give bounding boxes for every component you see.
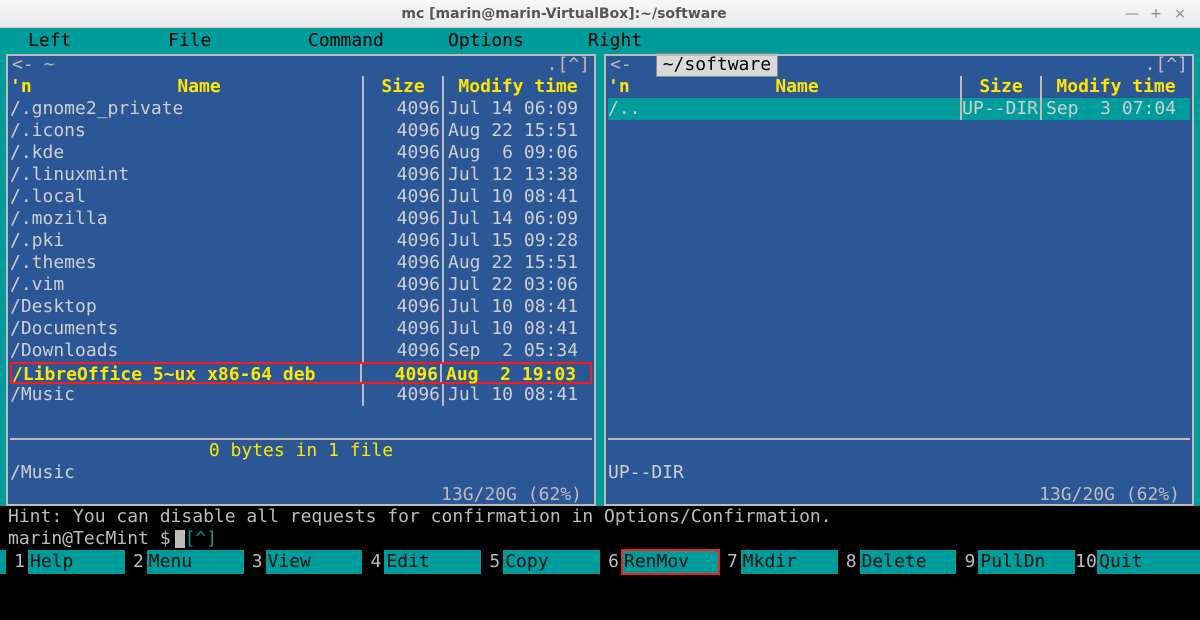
list-item[interactable]: /.pki4096Jul 15 09:28 bbox=[10, 230, 592, 252]
left-mini: /Music bbox=[6, 462, 596, 484]
mc-app: Left File Command Options Right <- ~ .[^… bbox=[0, 28, 1200, 620]
menu-right[interactable]: Right bbox=[560, 30, 700, 52]
fkey-mkdir[interactable]: 7Mkdir bbox=[719, 550, 838, 574]
left-footer: 13G/20G (62%) bbox=[6, 484, 596, 506]
window-title: mc [marin@marin-VirtualBox]:~/software bbox=[8, 6, 1120, 22]
shell-prompt[interactable]: marin@TecMint $ [^] bbox=[8, 528, 1192, 550]
left-total: 0 bytes in 1 file bbox=[10, 438, 592, 462]
list-item[interactable]: /.icons4096Aug 22 15:51 bbox=[10, 120, 592, 142]
prompt-caret-icon: [^] bbox=[185, 528, 218, 550]
fkey-help[interactable]: 1Help bbox=[6, 550, 125, 574]
fkey-delete[interactable]: 8Delete bbox=[838, 550, 957, 574]
menu-file[interactable]: File bbox=[140, 30, 280, 52]
list-item[interactable]: /.mozilla4096Jul 14 06:09 bbox=[10, 208, 592, 230]
list-item[interactable]: /.vim4096Jul 22 03:06 bbox=[10, 274, 592, 296]
shell-area: Hint: You can disable all requests for c… bbox=[0, 506, 1200, 550]
panel-caret-icon[interactable]: .[^] bbox=[1145, 54, 1188, 76]
fkey-renmov[interactable]: 6RenMov bbox=[600, 550, 719, 574]
menu-left[interactable]: Left bbox=[0, 30, 140, 52]
fkey-quit[interactable]: 10Quit bbox=[1075, 550, 1194, 574]
function-key-bar: 1Help2Menu3View4Edit5Copy6RenMov7Mkdir8D… bbox=[0, 550, 1200, 574]
list-item[interactable]: /Downloads4096Sep 2 05:34 bbox=[10, 340, 592, 362]
left-column-headers: 'n Name Size Modify time bbox=[6, 76, 596, 98]
left-panel[interactable]: <- ~ .[^] 'n Name Size Modify time /.gno… bbox=[6, 54, 596, 506]
fkey-copy[interactable]: 5Copy bbox=[481, 550, 600, 574]
fkey-menu[interactable]: 2Menu bbox=[125, 550, 244, 574]
list-item[interactable]: /LibreOffice_5~ux_x86-64_deb4096Aug 2 19… bbox=[10, 362, 592, 384]
right-total bbox=[608, 438, 1190, 462]
fkey-pulldn[interactable]: 9PullDn bbox=[956, 550, 1075, 574]
right-mini: UP--DIR bbox=[604, 462, 1194, 484]
hint-line: Hint: You can disable all requests for c… bbox=[8, 506, 1192, 528]
menu-options[interactable]: Options bbox=[420, 30, 560, 52]
window-maximize-button[interactable]: + bbox=[1144, 6, 1168, 22]
list-item[interactable]: /Music4096Jul 10 08:41 bbox=[10, 384, 592, 406]
list-item[interactable]: /.local4096Jul 10 08:41 bbox=[10, 186, 592, 208]
right-column-headers: 'n Name Size Modify time bbox=[604, 76, 1194, 98]
menu-bar: Left File Command Options Right bbox=[0, 28, 1200, 54]
fkey-view[interactable]: 3View bbox=[244, 550, 363, 574]
list-item[interactable]: /.kde4096Aug 6 09:06 bbox=[10, 142, 592, 164]
left-path: ~ bbox=[34, 54, 90, 76]
list-item[interactable]: /.gnome2_private4096Jul 14 06:09 bbox=[10, 98, 592, 120]
list-item[interactable]: /.linuxmint4096Jul 12 13:38 bbox=[10, 164, 592, 186]
list-item[interactable]: /.themes4096Aug 22 15:51 bbox=[10, 252, 592, 274]
list-item[interactable]: /Documents4096Jul 10 08:41 bbox=[10, 318, 592, 340]
list-item[interactable]: /..UP--DIRSep 3 07:04 bbox=[608, 98, 1190, 120]
cursor-icon bbox=[175, 530, 185, 548]
menu-command[interactable]: Command bbox=[280, 30, 420, 52]
window-minimize-button[interactable]: — bbox=[1120, 6, 1144, 22]
window-close-button[interactable]: × bbox=[1168, 6, 1192, 22]
right-panel[interactable]: <- ~/software .[^] 'n Name Size Modify t… bbox=[604, 54, 1194, 506]
panel-caret-icon[interactable]: .[^] bbox=[547, 54, 590, 76]
left-file-list[interactable]: /.gnome2_private4096Jul 14 06:09/.icons4… bbox=[6, 98, 596, 438]
right-path: ~/software bbox=[656, 53, 778, 77]
right-footer: 13G/20G (62%) bbox=[604, 484, 1194, 506]
list-item[interactable]: /Desktop4096Jul 10 08:41 bbox=[10, 296, 592, 318]
fkey-edit[interactable]: 4Edit bbox=[362, 550, 481, 574]
right-file-list[interactable]: /..UP--DIRSep 3 07:04 bbox=[604, 98, 1194, 438]
panels: <- ~ .[^] 'n Name Size Modify time /.gno… bbox=[0, 54, 1200, 506]
window-titlebar: mc [marin@marin-VirtualBox]:~/software —… bbox=[0, 0, 1200, 28]
